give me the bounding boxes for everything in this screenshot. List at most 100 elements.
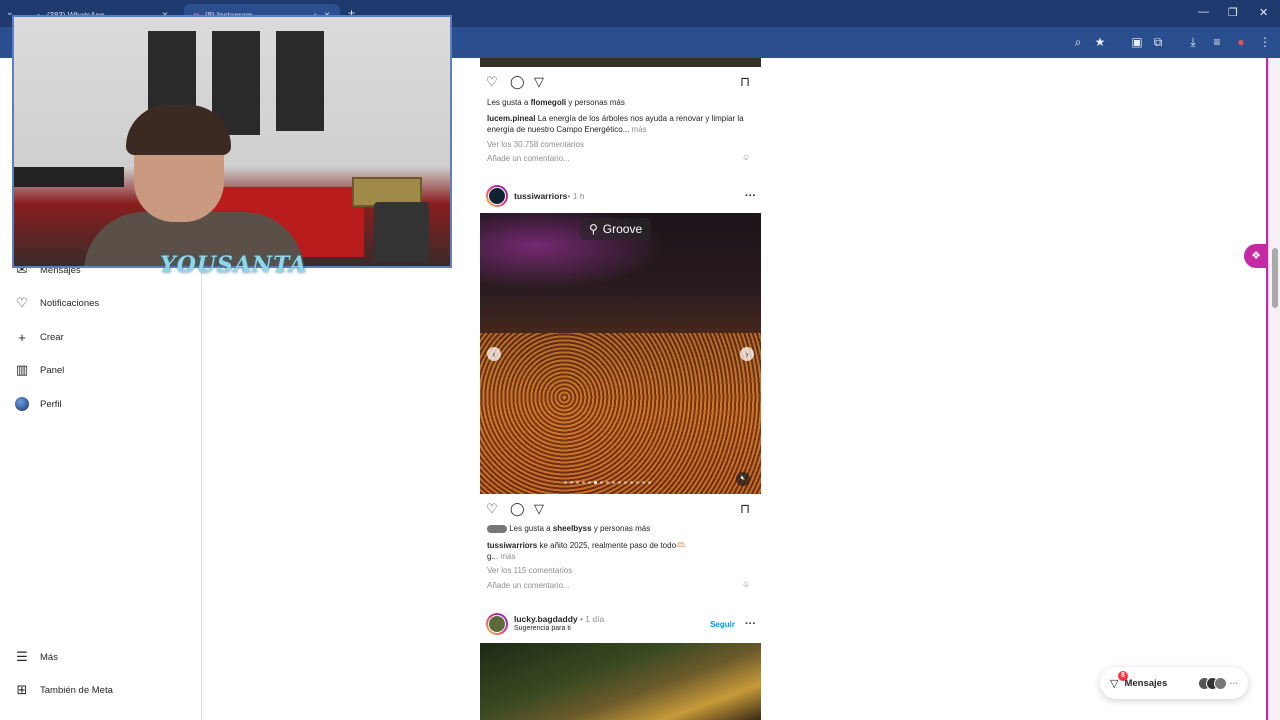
likes-suffix: y personas más bbox=[566, 98, 625, 107]
carousel-dot bbox=[588, 481, 591, 484]
webcam-overlay bbox=[12, 15, 452, 268]
sidebar-item-label: Notificaciones bbox=[40, 297, 100, 309]
post-username[interactable]: tussiwarriors bbox=[514, 191, 567, 201]
emoji-icon[interactable]: ☺ bbox=[742, 153, 750, 162]
suggestion-label: Sugerencia para ti bbox=[514, 625, 571, 632]
messenger-icon: ▽ bbox=[1110, 677, 1119, 690]
emoji-icon[interactable]: ☺ bbox=[742, 580, 750, 589]
location-label: Groove bbox=[602, 222, 643, 236]
carousel-dot bbox=[600, 481, 603, 484]
sidebar-item-create[interactable]: + Crear bbox=[14, 329, 64, 345]
save-bookmark-icon[interactable]: ⊓ bbox=[740, 74, 750, 90]
liker-avatars bbox=[487, 524, 507, 533]
carousel-dot bbox=[648, 481, 651, 484]
post-media[interactable]: ⚲ Groove ‹ › 🔇︎ bbox=[480, 213, 761, 494]
restore-icon[interactable]: ❐ bbox=[1228, 6, 1238, 19]
likes-suffix: y personas más bbox=[591, 524, 651, 533]
more-options-icon[interactable]: ··· bbox=[745, 618, 756, 630]
close-window-icon[interactable]: ✕ bbox=[1259, 6, 1268, 19]
caption-more-link[interactable]: más bbox=[632, 125, 647, 134]
extension-icon[interactable]: ▣ bbox=[1130, 35, 1144, 49]
sidebar-item-profile[interactable]: Perfil bbox=[14, 396, 62, 412]
carousel-dot bbox=[624, 481, 627, 484]
carousel-dot bbox=[606, 481, 609, 484]
sidebar-item-label: Más bbox=[40, 651, 58, 663]
caption-more-link[interactable]: más bbox=[500, 552, 515, 561]
sidebar-item-also-from-meta[interactable]: ⊞ También de Meta bbox=[14, 682, 113, 698]
add-comment-input[interactable]: Añade un comentario... bbox=[487, 581, 570, 590]
post-caption: lucem.pineal La energía de los árboles n… bbox=[487, 113, 755, 135]
download-icon[interactable]: ⤓ bbox=[1186, 35, 1200, 49]
carousel-dot bbox=[582, 481, 585, 484]
acoustic-panel bbox=[276, 31, 324, 131]
post-likes: Les gusta a flomegoli y personas más bbox=[487, 98, 625, 107]
sidebar-item-label: Crear bbox=[40, 331, 64, 343]
carousel-dot bbox=[612, 481, 615, 484]
share-icon[interactable]: ▽ bbox=[534, 74, 544, 90]
sidebar-item-more[interactable]: ☰ Más bbox=[14, 649, 58, 665]
sidebar-item-label: También de Meta bbox=[40, 684, 113, 696]
comment-icon[interactable]: ◯ bbox=[510, 74, 525, 90]
minimize-icon[interactable]: — bbox=[1198, 6, 1209, 18]
avatar bbox=[14, 396, 30, 412]
bookmark-star-icon[interactable]: ★ bbox=[1093, 35, 1107, 49]
post-username[interactable]: lucky.bagdaddy bbox=[514, 614, 578, 624]
drum bbox=[374, 202, 429, 262]
post-time: • 1 día bbox=[577, 614, 605, 624]
post-actions: ♡ ◯ ▽ ⊓ bbox=[486, 501, 754, 517]
caption-user[interactable]: lucem.pineal bbox=[487, 114, 535, 123]
view-comments-link[interactable]: Ver los 115 comentarios bbox=[487, 566, 572, 575]
post-likes: Les gusta a sheelbyss y personas más bbox=[487, 524, 650, 533]
page-scrollbar[interactable] bbox=[1268, 58, 1280, 720]
follow-button[interactable]: Seguir bbox=[710, 620, 735, 629]
more-options-icon[interactable]: ··· bbox=[745, 190, 756, 202]
reading-list-icon[interactable]: ≡ bbox=[1210, 35, 1224, 49]
add-comment-input[interactable]: Añade un comentario... bbox=[487, 154, 570, 163]
zoom-icon[interactable]: ⌕ bbox=[1071, 35, 1085, 49]
location-tag[interactable]: ⚲ Groove bbox=[580, 218, 652, 240]
sidebar-item-panel[interactable]: ▥ Panel bbox=[14, 362, 64, 378]
sidebar-item-notifications[interactable]: ♡ Notificaciones bbox=[14, 295, 99, 311]
messages-bubble[interactable]: ▽ 8 Mensajes ··· bbox=[1100, 667, 1248, 699]
likes-user[interactable]: sheelbyss bbox=[553, 524, 592, 533]
carousel-dot bbox=[636, 481, 639, 484]
extension-side-button[interactable]: ❖ bbox=[1244, 244, 1268, 268]
post-caption: tussiwarriors ke añito 2025, realmente p… bbox=[487, 540, 755, 562]
puzzle-icon[interactable]: ⧉ bbox=[1151, 35, 1165, 49]
post-media[interactable] bbox=[480, 58, 761, 67]
mute-icon[interactable]: 🔇︎ bbox=[736, 472, 750, 486]
caption-user[interactable]: tussiwarriors bbox=[487, 541, 537, 550]
carousel-dot bbox=[630, 481, 633, 484]
sidebar-item-label: Perfil bbox=[40, 398, 62, 410]
post-media[interactable] bbox=[480, 643, 761, 720]
unread-badge: 8 bbox=[1118, 671, 1128, 681]
carousel-dot bbox=[642, 481, 645, 484]
carousel-prev-button[interactable]: ‹ bbox=[487, 347, 501, 361]
more-menu-icon[interactable]: ⋮ bbox=[1258, 35, 1272, 49]
post-header: lucky.bagdaddy • 1 día Sugerencia para t… bbox=[486, 613, 756, 635]
avatar[interactable] bbox=[486, 613, 508, 635]
crowd-image bbox=[480, 333, 761, 494]
avatar[interactable] bbox=[486, 185, 508, 207]
share-icon[interactable]: ▽ bbox=[534, 501, 544, 517]
likes-user[interactable]: flomegoli bbox=[531, 98, 567, 107]
profile-icon[interactable]: ● bbox=[1234, 35, 1248, 49]
comment-icon[interactable]: ◯ bbox=[510, 501, 525, 517]
carousel-dot bbox=[618, 481, 621, 484]
caption-continuation: g... bbox=[487, 552, 501, 561]
carousel-next-button[interactable]: › bbox=[740, 347, 754, 361]
carousel-dot bbox=[576, 481, 579, 484]
carousel-dot bbox=[594, 481, 597, 484]
like-heart-icon[interactable]: ♡ bbox=[486, 74, 498, 90]
sidebar-item-label: Panel bbox=[40, 364, 65, 376]
like-heart-icon[interactable]: ♡ bbox=[486, 501, 498, 517]
avatar bbox=[1214, 676, 1227, 690]
view-comments-link[interactable]: Ver los 30.758 comentarios bbox=[487, 140, 584, 149]
meta-icon: ⊞ bbox=[16, 682, 28, 697]
streamer-logo: YOUSANTA bbox=[160, 252, 308, 278]
likes-prefix: Les gusta a bbox=[509, 524, 553, 533]
scroll-thumb[interactable] bbox=[1272, 248, 1278, 308]
save-bookmark-icon[interactable]: ⊓ bbox=[740, 501, 750, 517]
caption-text: ke añito 2025, realmente paso de todo🫶🏻 bbox=[537, 541, 686, 550]
menu-icon: ☰ bbox=[16, 649, 28, 664]
